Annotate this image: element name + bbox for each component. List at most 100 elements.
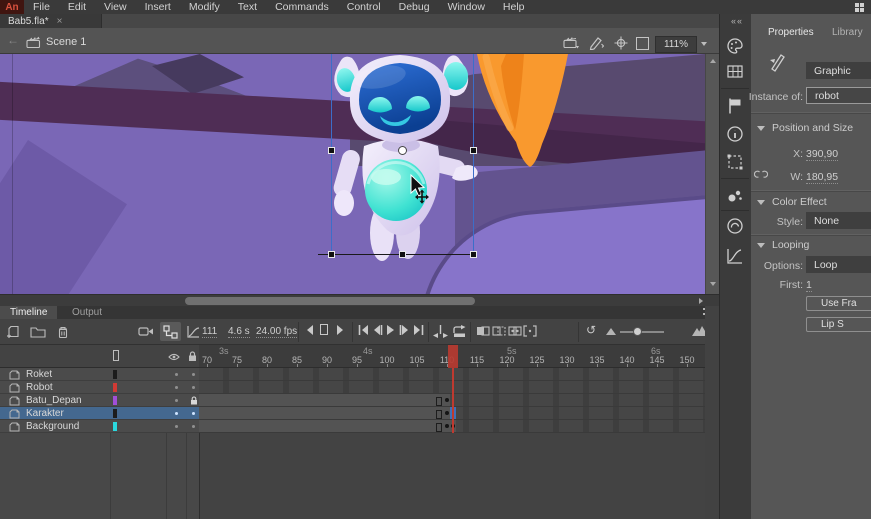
first-frame-value[interactable]: 1 bbox=[806, 279, 812, 292]
playhead-marker[interactable] bbox=[448, 345, 458, 368]
instance-name-field[interactable]: robot bbox=[806, 87, 871, 104]
hscroll-thumb[interactable] bbox=[185, 297, 475, 305]
creative-cloud-icon[interactable] bbox=[725, 216, 745, 236]
section-collapse-arrow[interactable] bbox=[757, 243, 765, 248]
play-button[interactable] bbox=[386, 325, 395, 335]
motion-graph-icon[interactable] bbox=[725, 246, 745, 266]
next-keyframe-button[interactable] bbox=[399, 325, 410, 335]
loop-playback-button[interactable] bbox=[452, 325, 467, 338]
lock-column-icon[interactable] bbox=[188, 351, 197, 362]
frame-span[interactable] bbox=[199, 394, 445, 406]
menu-item-control[interactable]: Control bbox=[338, 0, 390, 14]
scroll-right-arrow[interactable] bbox=[699, 298, 703, 304]
w-value[interactable]: 180,95 bbox=[806, 171, 838, 184]
back-arrow-icon[interactable]: ← bbox=[7, 33, 19, 47]
selection-handle-bottomright[interactable] bbox=[470, 251, 477, 258]
selection-handle-bottomleft[interactable] bbox=[328, 251, 335, 258]
camera-button[interactable] bbox=[138, 325, 154, 338]
prev-keyframe-button[interactable] bbox=[372, 325, 383, 335]
info-icon[interactable] bbox=[725, 124, 745, 144]
layer-row-karakter[interactable]: Karakter bbox=[0, 407, 199, 420]
eye-column-icon[interactable] bbox=[168, 353, 180, 361]
camera-column-icon[interactable] bbox=[113, 350, 119, 361]
layer-outline-swatch[interactable] bbox=[113, 383, 117, 392]
stage-vscrollbar[interactable] bbox=[705, 54, 719, 294]
swatches-icon[interactable] bbox=[725, 62, 745, 82]
zoom-out-frames-icon[interactable] bbox=[606, 328, 616, 335]
layer-outline-swatch[interactable] bbox=[113, 409, 117, 418]
stage-canvas[interactable] bbox=[0, 54, 719, 294]
layer-visibility-dot[interactable] bbox=[175, 412, 178, 415]
menu-item-file[interactable]: File bbox=[24, 0, 59, 14]
frame-rate-readout[interactable]: 24.00 fps bbox=[256, 326, 297, 338]
zoom-dropdown-chevron[interactable] bbox=[697, 36, 711, 51]
frame-span[interactable] bbox=[199, 420, 445, 432]
layer-outline-swatch[interactable] bbox=[113, 396, 117, 405]
symbol-type-dropdown[interactable]: Graphic bbox=[806, 62, 871, 79]
tab-close-icon[interactable]: × bbox=[57, 16, 63, 27]
layer-lock-dot[interactable] bbox=[192, 412, 195, 415]
stage-hscrollbar[interactable] bbox=[0, 294, 719, 306]
layer-lock-dot[interactable] bbox=[192, 425, 195, 428]
layer-outline-swatch[interactable] bbox=[113, 370, 117, 379]
layer-visibility-dot[interactable] bbox=[175, 386, 178, 389]
menu-item-text[interactable]: Text bbox=[229, 0, 266, 14]
selection-handle-midright[interactable] bbox=[470, 147, 477, 154]
edit-scene-icon[interactable] bbox=[563, 36, 579, 49]
new-layer-button[interactable] bbox=[6, 325, 21, 339]
menu-item-edit[interactable]: Edit bbox=[59, 0, 95, 14]
menu-item-help[interactable]: Help bbox=[494, 0, 534, 14]
lip-sync-button[interactable]: Lip S bbox=[806, 317, 871, 332]
goto-last-frame-button[interactable] bbox=[413, 325, 424, 335]
graph-editor-button[interactable] bbox=[186, 325, 200, 339]
section-collapse-arrow[interactable] bbox=[757, 126, 765, 131]
scroll-down-arrow[interactable] bbox=[710, 282, 716, 286]
step-forward-button[interactable] bbox=[336, 325, 344, 335]
menu-item-commands[interactable]: Commands bbox=[266, 0, 338, 14]
transform-point[interactable] bbox=[398, 146, 407, 155]
tab-timeline[interactable]: Timeline bbox=[0, 306, 57, 319]
center-stage-icon[interactable] bbox=[614, 36, 628, 50]
loop-options-dropdown[interactable]: Loop bbox=[806, 256, 871, 273]
tab-output[interactable]: Output bbox=[62, 306, 112, 319]
color-palette-icon[interactable] bbox=[725, 36, 745, 56]
frame-size-slider[interactable] bbox=[620, 331, 664, 333]
menu-item-view[interactable]: View bbox=[95, 0, 136, 14]
robot-character[interactable] bbox=[328, 54, 478, 265]
elapsed-time-readout[interactable]: 4.6 s bbox=[228, 326, 250, 338]
layer-lock-dot[interactable] bbox=[192, 373, 195, 376]
clip-outside-stage-icon[interactable] bbox=[636, 37, 649, 50]
edit-symbols-icon[interactable] bbox=[589, 35, 604, 50]
layer-row-roket[interactable]: Roket bbox=[0, 368, 199, 381]
style-dropdown[interactable]: None bbox=[806, 212, 871, 229]
layer-row-robot[interactable]: Robot bbox=[0, 381, 199, 394]
layer-visibility-dot[interactable] bbox=[175, 399, 178, 402]
menu-item-window[interactable]: Window bbox=[439, 0, 494, 14]
reset-timeline-zoom-button[interactable]: ↺ bbox=[586, 323, 596, 337]
center-playhead-button[interactable] bbox=[433, 325, 448, 338]
step-back-button[interactable] bbox=[306, 325, 314, 335]
position-size-section-header[interactable]: Position and Size bbox=[757, 122, 853, 134]
use-frame-picker-button[interactable]: Use Fra bbox=[806, 296, 871, 311]
layer-visibility-dot[interactable] bbox=[175, 425, 178, 428]
document-tab[interactable]: Bab5.fla* × bbox=[0, 14, 102, 28]
looping-section-header[interactable]: Looping bbox=[757, 239, 809, 251]
show-parent-view-button[interactable] bbox=[160, 322, 181, 341]
tab-properties[interactable]: Properties bbox=[758, 25, 824, 40]
frame-size-slider-thumb[interactable] bbox=[633, 327, 642, 336]
tab-library[interactable]: Library bbox=[822, 25, 871, 40]
delete-layer-button[interactable] bbox=[56, 325, 70, 339]
selection-handle-bottomcenter[interactable] bbox=[399, 251, 406, 258]
keyframe[interactable] bbox=[444, 394, 450, 406]
goto-first-frame-button[interactable] bbox=[358, 325, 369, 335]
frame-span[interactable] bbox=[199, 407, 445, 419]
workspace-grid-icon[interactable] bbox=[855, 3, 864, 12]
menu-item-debug[interactable]: Debug bbox=[390, 0, 439, 14]
constrain-link-icon[interactable] bbox=[754, 169, 768, 180]
color-effect-section-header[interactable]: Color Effect bbox=[757, 196, 827, 208]
layer-outline-swatch[interactable] bbox=[113, 422, 117, 431]
section-collapse-arrow[interactable] bbox=[757, 200, 765, 205]
onion-skin-button[interactable] bbox=[476, 325, 490, 337]
scene-breadcrumb[interactable]: Scene 1 bbox=[46, 36, 86, 48]
layer-row-background[interactable]: Background bbox=[0, 420, 199, 433]
